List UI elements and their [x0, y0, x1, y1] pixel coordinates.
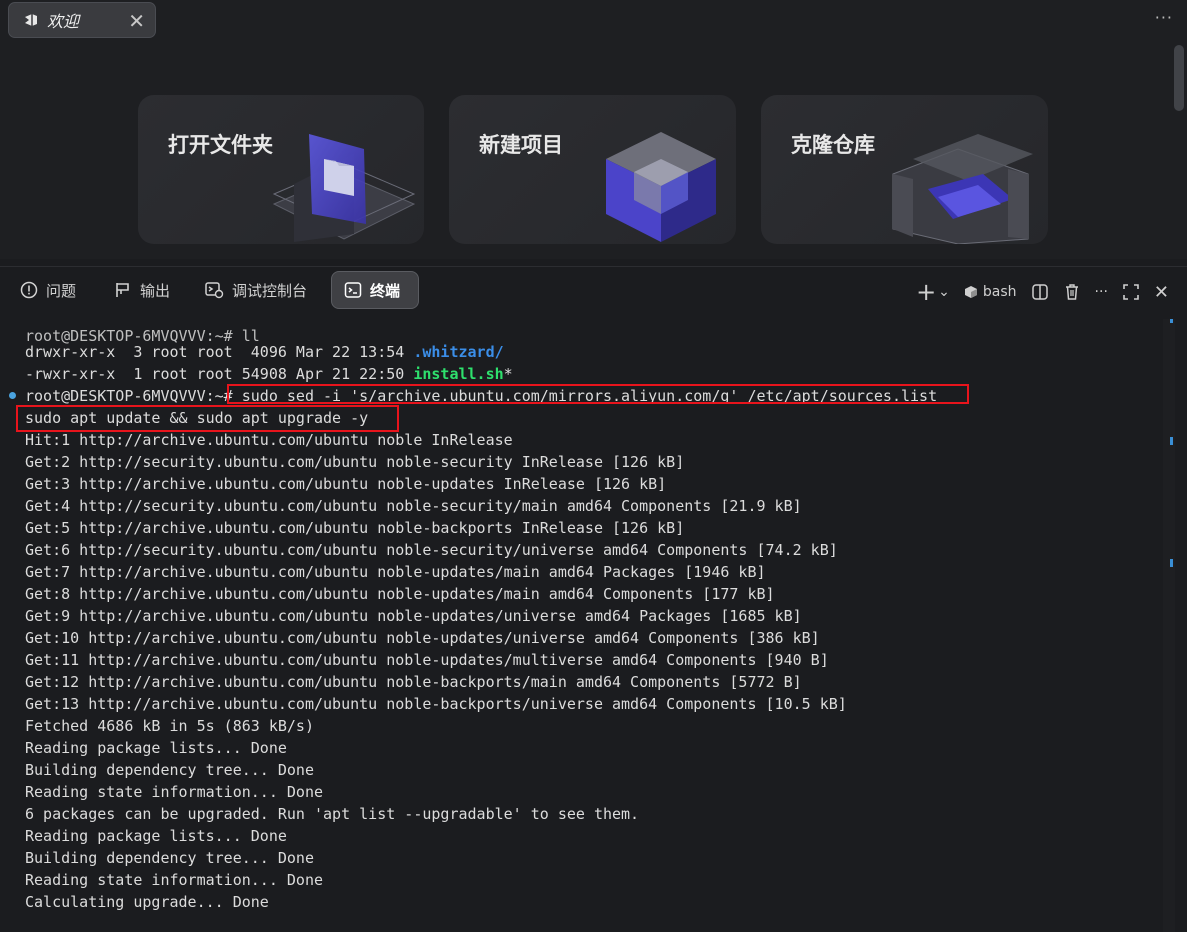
- highlight-box-sed-command: [227, 384, 969, 404]
- new-project-label: 新建项目: [479, 133, 563, 157]
- close-icon[interactable]: ✕: [128, 9, 145, 33]
- scrollbar-marker: [1170, 559, 1173, 567]
- directory-name: .whitzard/: [413, 343, 504, 361]
- chevron-down-icon[interactable]: ⌄: [938, 284, 950, 300]
- terminal-line: Get:11 http://archive.ubuntu.com/ubuntu …: [25, 651, 829, 669]
- maximize-icon[interactable]: [1122, 283, 1140, 301]
- welcome-tab[interactable]: 欢迎 ✕: [8, 2, 156, 38]
- terminal-line: Fetched 4686 kB in 5s (863 kB/s): [25, 717, 314, 735]
- terminal-icon: [344, 281, 362, 299]
- vscode-logo-icon: [23, 12, 39, 28]
- terminal-line: Get:3 http://archive.ubuntu.com/ubuntu n…: [25, 475, 667, 493]
- shell-selector[interactable]: bash: [964, 284, 1017, 300]
- terminal-line: -rwxr-xr-x 1 root root 54908 Apr 21 22:5…: [25, 365, 513, 383]
- executable-name: install.sh: [413, 365, 504, 383]
- tab-output[interactable]: 输出: [102, 271, 182, 309]
- clone-repo-illustration: [892, 134, 1033, 244]
- terminal-scrollbar[interactable]: [1163, 319, 1175, 932]
- terminal-line: Hit:1 http://archive.ubuntu.com/ubuntu n…: [25, 431, 513, 449]
- scrollbar-marker: [1170, 319, 1173, 323]
- editor-area: 欢迎 ✕ ··· 打开文件夹 新建项目 克隆仓库: [0, 0, 1187, 259]
- tab-title: 欢迎: [47, 12, 80, 31]
- problems-icon: [20, 281, 38, 299]
- split-terminal-icon[interactable]: [1031, 283, 1049, 301]
- tab-output-label: 输出: [140, 281, 171, 300]
- terminal-line: Get:12 http://archive.ubuntu.com/ubuntu …: [25, 673, 802, 691]
- terminal-line: Get:8 http://archive.ubuntu.com/ubuntu n…: [25, 585, 775, 603]
- new-project-card[interactable]: 新建项目: [449, 95, 736, 244]
- highlight-box-apt-command: [16, 405, 399, 432]
- terminal-line: Calculating upgrade... Done: [25, 893, 269, 911]
- tab-debug-console-label: 调试控制台: [232, 281, 308, 300]
- cube-icon: [964, 285, 978, 299]
- panel-tab-bar: 问题 输出 调试控制台 终端 + ⌄ bash ··· ✕: [0, 267, 1187, 317]
- terminal-line: drwxr-xr-x 3 root root 4096 Mar 22 13:54…: [25, 343, 504, 361]
- scrollbar-marker: [1170, 437, 1173, 445]
- terminal-line: Get:7 http://archive.ubuntu.com/ubuntu n…: [25, 563, 766, 581]
- tab-debug-console[interactable]: 调试控制台: [192, 271, 319, 309]
- output-icon: [114, 281, 132, 299]
- terminal-line: Get:10 http://archive.ubuntu.com/ubuntu …: [25, 629, 820, 647]
- close-panel-icon[interactable]: ✕: [1154, 282, 1169, 303]
- terminal-line: Get:6 http://security.ubuntu.com/ubuntu …: [25, 541, 838, 559]
- terminal-line: Reading package lists... Done: [25, 827, 287, 845]
- debug-console-icon: [204, 281, 224, 299]
- trash-icon[interactable]: [1063, 283, 1081, 301]
- editor-scrollbar[interactable]: [1174, 45, 1184, 111]
- tab-problems[interactable]: 问题: [8, 271, 88, 309]
- terminal-line: Get:13 http://archive.ubuntu.com/ubuntu …: [25, 695, 847, 713]
- more-icon[interactable]: ···: [1095, 284, 1108, 300]
- terminal-toolbar: + ⌄ bash ··· ✕: [916, 279, 1169, 305]
- terminal-line: Building dependency tree... Done: [25, 849, 314, 867]
- terminal-line: Reading state information... Done: [25, 783, 324, 801]
- add-terminal-button[interactable]: +: [916, 280, 936, 304]
- tab-terminal[interactable]: 终端: [331, 271, 419, 309]
- terminal-line: Get:4 http://security.ubuntu.com/ubuntu …: [25, 497, 802, 515]
- open-folder-illustration: [272, 134, 416, 242]
- bottom-panel: 问题 输出 调试控制台 终端 + ⌄ bash ··· ✕ root@DESKT…: [0, 266, 1187, 932]
- terminal-line: 6 packages can be upgraded. Run 'apt lis…: [25, 805, 640, 823]
- clone-repo-card[interactable]: 克隆仓库: [761, 95, 1048, 244]
- new-project-cube-illustration: [606, 132, 716, 242]
- terminal-line: Get:5 http://archive.ubuntu.com/ubuntu n…: [25, 519, 685, 537]
- terminal-line: Get:9 http://archive.ubuntu.com/ubuntu n…: [25, 607, 802, 625]
- terminal-line: Reading package lists... Done: [25, 739, 287, 757]
- terminal-line: Get:2 http://security.ubuntu.com/ubuntu …: [25, 453, 685, 471]
- command-decoration-dot[interactable]: [9, 392, 16, 399]
- terminal-line: Reading state information... Done: [25, 871, 324, 889]
- clone-repo-label: 克隆仓库: [791, 133, 875, 157]
- terminal-line: Building dependency tree... Done: [25, 761, 314, 779]
- open-folder-card[interactable]: 打开文件夹: [138, 95, 424, 244]
- more-actions-icon[interactable]: ···: [1155, 8, 1173, 27]
- terminal-output[interactable]: root@DESKTOP-6MVQVVV:~# ll drwxr-xr-x 3 …: [0, 319, 1175, 932]
- tab-terminal-label: 终端: [370, 281, 401, 300]
- shell-name: bash: [982, 284, 1017, 300]
- tab-problems-label: 问题: [46, 281, 77, 300]
